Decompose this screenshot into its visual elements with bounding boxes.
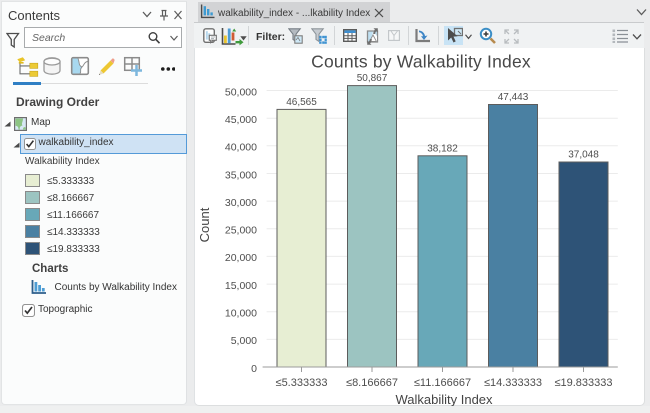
svg-text:≤5.333333: ≤5.333333 — [276, 377, 328, 389]
svg-text:46,565: 46,565 — [286, 97, 317, 108]
svg-text:25,000: 25,000 — [225, 225, 257, 237]
svg-text:20,000: 20,000 — [225, 252, 257, 264]
svg-text:Walkability Index: Walkability Index — [395, 392, 493, 406]
svg-text:45,000: 45,000 — [225, 114, 257, 126]
svg-text:50,867: 50,867 — [357, 73, 388, 84]
svg-text:≤8.166667: ≤8.166667 — [346, 377, 398, 389]
svg-text:40,000: 40,000 — [225, 142, 257, 154]
svg-text:15,000: 15,000 — [225, 280, 257, 292]
svg-text:≤14.333333: ≤14.333333 — [484, 377, 542, 389]
svg-text:Counts by Walkability Index: Counts by Walkability Index — [311, 52, 531, 72]
svg-text:10,000: 10,000 — [225, 308, 257, 320]
svg-text:38,182: 38,182 — [427, 143, 458, 154]
svg-text:0: 0 — [251, 363, 257, 375]
svg-text:≤19.833333: ≤19.833333 — [554, 377, 612, 389]
svg-text:Count: Count — [197, 207, 212, 242]
svg-text:37,048: 37,048 — [568, 150, 599, 161]
svg-text:35,000: 35,000 — [225, 169, 257, 181]
svg-text:50,000: 50,000 — [225, 86, 257, 98]
svg-text:47,443: 47,443 — [498, 92, 529, 103]
svg-text:30,000: 30,000 — [225, 197, 257, 209]
svg-text:5,000: 5,000 — [231, 335, 257, 347]
svg-text:≤11.166667: ≤11.166667 — [414, 377, 471, 389]
